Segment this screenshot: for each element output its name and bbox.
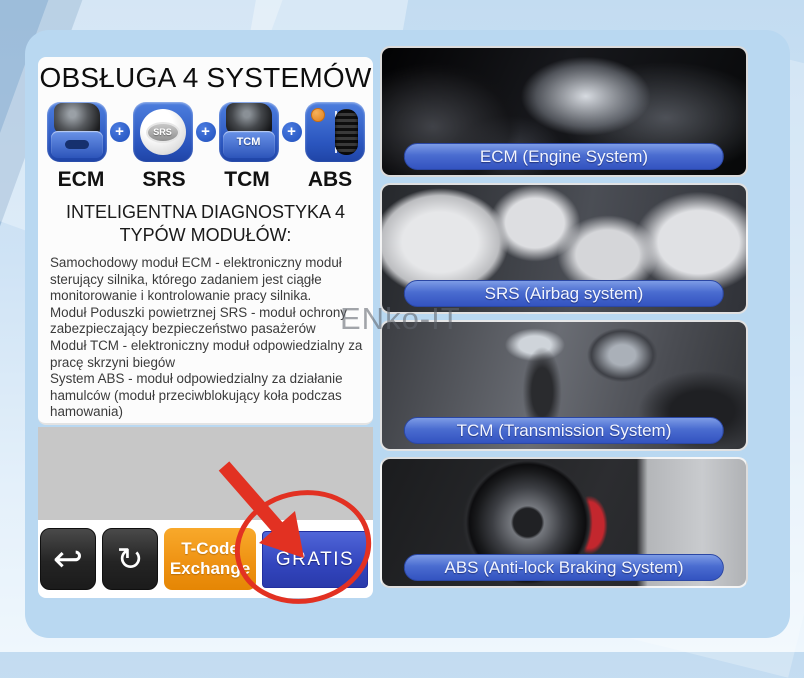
abs-icon [305,102,365,162]
gratis-button[interactable]: GRATIS [262,531,368,588]
plus-icon: + [110,122,130,142]
system-label-ecm: ECM [51,168,111,192]
airbag-system-photo: SRS (Airbag system) [380,183,748,314]
tire-image [335,109,358,155]
srs-badge: SRS [146,122,180,143]
description-text: Samochodowy moduł ECM - elektroniczny mo… [38,255,373,421]
abs-system-photo: ABS (Anti-lock Braking System) [380,457,748,588]
tcm-icon: TCM [219,102,279,162]
info-panel: OBSŁUGA 4 SYSTEMÓW + SRS + TCM [38,57,373,425]
gray-spacer-panel [38,427,373,520]
ecm-slot [65,140,89,149]
transmission-system-photo: TCM (Transmission System) [380,320,748,451]
tcm-tray: TCM [223,131,275,158]
description-abs: System ABS - moduł odpowiedzialny za dzi… [50,371,365,421]
photo-caption-tcm: TCM (Transmission System) [404,417,724,444]
page-title: OBSŁUGA 4 SYSTEMÓW [38,62,373,94]
photo-caption-ecm: ECM (Engine System) [404,143,724,170]
description-srs: Moduł Poduszki powietrznej SRS - moduł o… [50,305,365,338]
promo-card: OBSŁUGA 4 SYSTEMÓW + SRS + TCM [25,30,790,638]
ecm-icon [47,102,107,162]
toolbar: ↩ ↻ T-Code Exchange GRATIS [38,520,373,598]
redo-icon: ↻ [117,543,144,575]
tcm-badge: TCM [223,136,275,148]
system-labels-row: ECM SRS TCM ABS [38,168,373,192]
system-label-srs: SRS [134,168,194,192]
description-tcm: Moduł TCM - elektroniczny moduł odpowied… [50,338,365,371]
ecm-tray [51,131,103,158]
photo-caption-srs: SRS (Airbag system) [404,280,724,307]
undo-button[interactable]: ↩ [40,528,96,590]
photo-caption-abs: ABS (Anti-lock Braking System) [404,554,724,581]
description-ecm: Samochodowy moduł ECM - elektroniczny mo… [50,255,365,305]
system-icons-row: + SRS + TCM + [38,102,373,162]
srs-ball: SRS [140,109,186,155]
promo-page: { "header": { "title": "OBSŁUGA 4 SYSTEM… [0,0,804,652]
system-label-abs: ABS [300,168,360,192]
section-subtitle: INTELIGENTNA DIAGNOSTYKA 4 TYPÓW MODUŁÓW… [38,201,373,246]
srs-icon: SRS [133,102,193,162]
plus-icon: + [282,122,302,142]
system-photo-gallery: ECM (Engine System) SRS (Airbag system) … [380,46,748,594]
redo-button[interactable]: ↻ [102,528,158,590]
engine-system-photo: ECM (Engine System) [380,46,748,177]
system-label-tcm: TCM [217,168,277,192]
plus-icon: + [196,122,216,142]
t-code-exchange-button[interactable]: T-Code Exchange [164,528,256,590]
undo-icon: ↩ [53,541,83,577]
abs-sensor-dot [311,108,325,122]
